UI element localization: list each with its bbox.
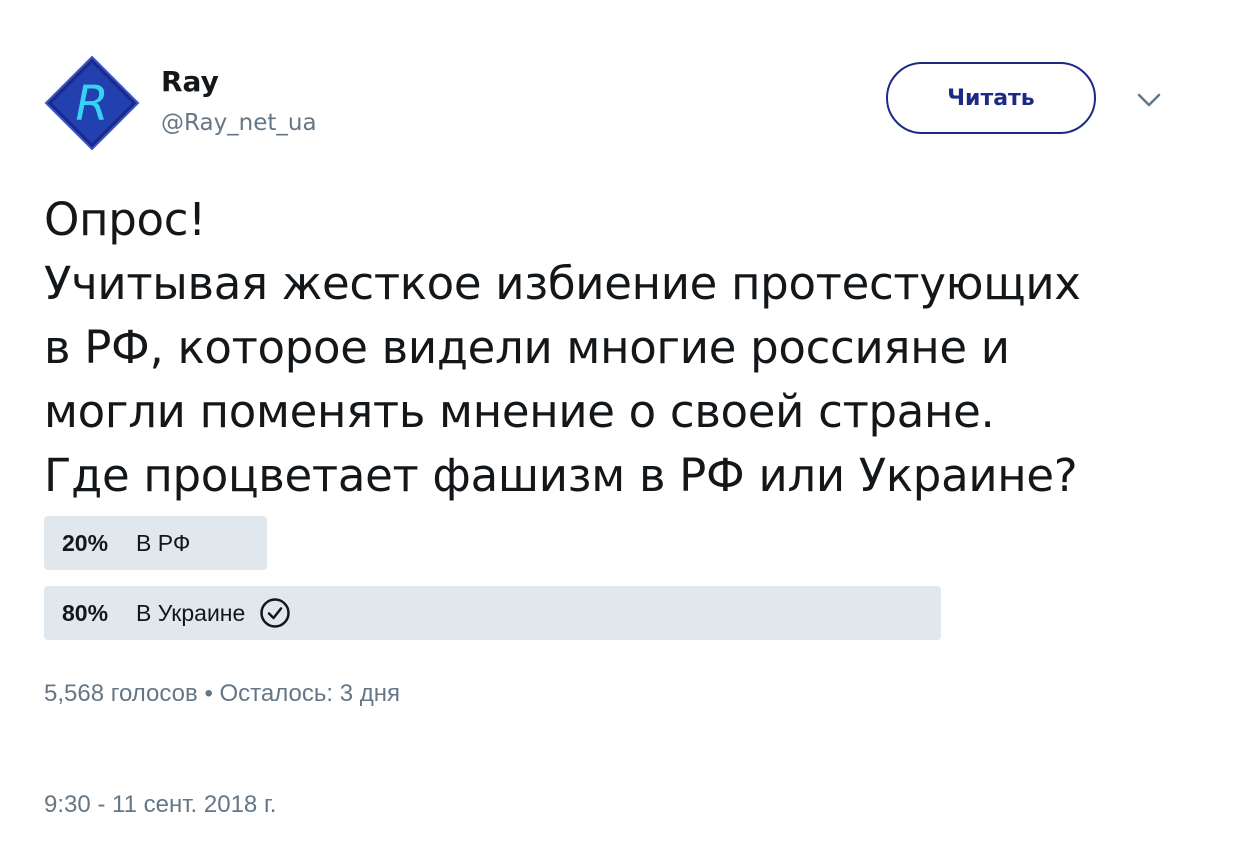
poll-percent: 20% xyxy=(62,529,109,556)
poll: 20% В РФ 80% В Украине xyxy=(44,516,941,656)
poll-votes: 5,568 голосов xyxy=(44,680,198,707)
poll-option: 20% В РФ xyxy=(44,516,940,570)
poll-percent: 80% xyxy=(62,599,109,626)
avatar-letter: R xyxy=(75,76,108,132)
check-circle-icon xyxy=(259,597,291,629)
poll-separator: • xyxy=(204,680,213,707)
avatar[interactable]: R xyxy=(44,55,140,151)
poll-option-label: В РФ xyxy=(136,529,191,556)
avatar-logo-icon: R xyxy=(44,55,140,151)
tweet-timestamp[interactable]: 9:30 - 11 сент. 2018 г. xyxy=(44,791,276,819)
poll-time-left: Осталось: 3 дня xyxy=(219,680,400,707)
more-menu-button[interactable] xyxy=(1134,88,1164,112)
author-display-name[interactable]: Ray xyxy=(161,64,219,100)
follow-button[interactable]: Читать xyxy=(886,62,1096,134)
tweet-text: Опрос! Учитывая жесткое избиение протест… xyxy=(44,193,1081,502)
poll-meta: 5,568 голосов • Осталось: 3 дня xyxy=(44,680,400,708)
poll-option-label: В Украине xyxy=(136,599,246,626)
poll-option: 80% В Украине xyxy=(44,586,941,640)
chevron-down-icon xyxy=(1137,93,1161,107)
author-handle[interactable]: @Ray_net_ua xyxy=(161,108,317,138)
